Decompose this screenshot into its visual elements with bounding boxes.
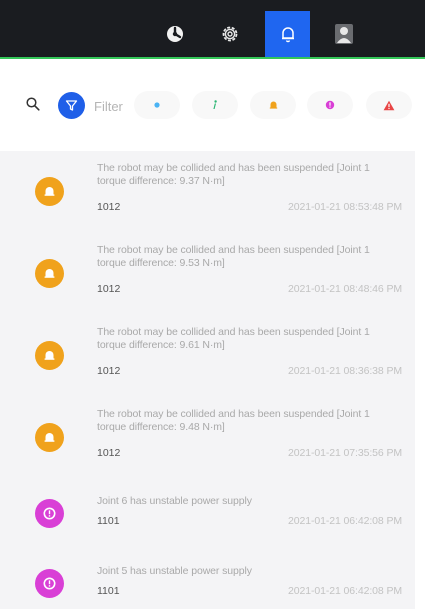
notification-item[interactable]: The robot may be collided and has been s… [0,157,415,239]
notification-code: 1012 [97,201,121,213]
robot-arm-icon [166,26,183,42]
error-icon [325,100,335,110]
notification-message: The robot may be collided and has been s… [97,408,370,433]
filter-pill-warning[interactable] [366,91,412,119]
notification-message: The robot may be collided and has been s… [97,326,370,351]
nav-settings-button[interactable] [207,11,252,57]
notification-item[interactable]: The robot may be collided and has been s… [0,321,415,403]
filter-pill-alarm[interactable] [250,91,296,119]
bell-icon [269,101,277,109]
notification-item[interactable]: The robot may be collided and has been s… [0,239,415,321]
notification-time: 2021-01-21 07:35:56 PM [288,447,402,459]
filter-button[interactable] [58,92,85,119]
notification-list: The robot may be collided and has been s… [0,151,425,609]
error-badge-icon [35,569,64,598]
search-icon[interactable] [26,97,40,116]
alarm-badge-icon [35,341,64,370]
scrollbar-track[interactable] [415,151,425,609]
popover-caret [281,67,295,75]
top-nav-bar [0,0,425,59]
filter-bar: Filter [0,59,425,151]
dot-icon [154,102,160,108]
notification-time: 2021-01-21 08:53:48 PM [288,201,402,213]
nav-robot-button[interactable] [152,11,197,57]
info-icon [213,100,217,109]
filter-pill-info[interactable] [192,91,238,119]
alarm-badge-icon [35,177,64,206]
funnel-icon [65,100,78,111]
filter-pill-error[interactable] [307,91,353,119]
notification-message: The robot may be collided and has been s… [97,244,370,269]
notification-code: 1012 [97,283,121,295]
notification-time: 2021-01-21 08:48:46 PM [288,283,402,295]
warning-icon [383,100,395,110]
filter-pill-all[interactable] [134,91,180,119]
notification-time: 2021-01-21 06:42:08 PM [288,585,402,597]
gear-icon [222,26,237,42]
error-badge-icon [35,499,64,528]
notification-code: 1101 [97,585,120,597]
notification-code: 1012 [97,365,121,377]
notification-message: The robot may be collided and has been s… [97,162,370,187]
notification-code: 1012 [97,447,121,459]
user-icon [334,24,353,44]
alarm-badge-icon [35,423,64,452]
notification-item[interactable]: The robot may be collided and has been s… [0,403,415,485]
notification-code: 1101 [97,515,120,527]
nav-notifications-button[interactable] [265,11,310,57]
filter-label: Filter [94,99,123,114]
alarm-badge-icon [35,259,64,288]
notification-message: Joint 5 has unstable power supply [97,565,252,577]
notification-item[interactable]: Joint 5 has unstable power supply 1101 2… [0,555,415,609]
bell-icon [281,26,294,42]
notification-message: Joint 6 has unstable power supply [97,495,252,507]
notification-time: 2021-01-21 08:36:38 PM [288,365,402,377]
notification-time: 2021-01-21 06:42:08 PM [288,515,402,527]
nav-user-button[interactable] [321,11,366,57]
